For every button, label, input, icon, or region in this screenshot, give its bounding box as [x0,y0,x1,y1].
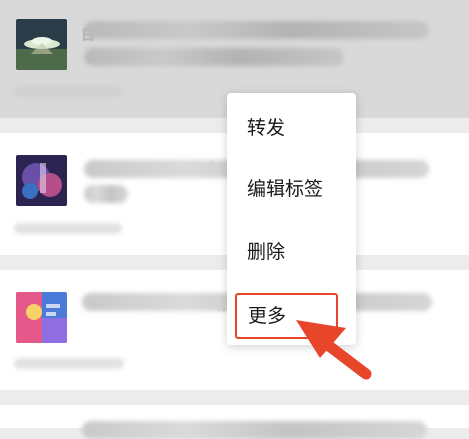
list-item[interactable] [0,405,469,439]
list-item-meta [14,223,122,234]
list-item-title [84,21,429,39]
thumbnail-image [16,292,67,343]
list-item-subtitle [84,48,344,66]
list-item-subtitle [84,185,128,203]
menu-item-forward[interactable]: 转发 [227,97,356,159]
menu-item-delete[interactable]: 删除 [227,221,356,283]
menu-item-more[interactable]: 更多 [235,293,338,339]
thumbnail-image [16,155,67,206]
thumbnail-image [16,19,67,70]
list-item-meta [14,86,122,97]
context-menu: 转发 编辑标签 删除 更多 [227,93,356,345]
list-item-meta [14,358,124,369]
menu-item-edit-tags[interactable]: 编辑标签 [227,158,356,220]
list-item-title [82,421,427,439]
